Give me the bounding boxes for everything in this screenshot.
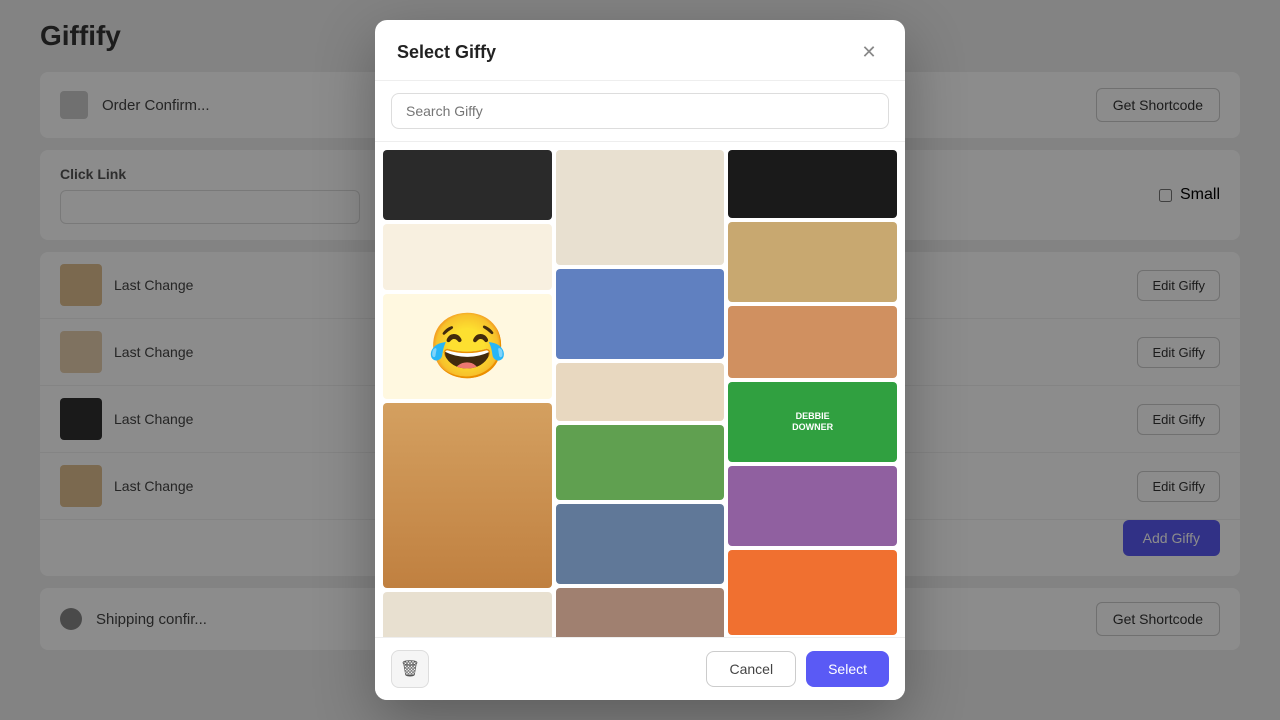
cancel-button[interactable]: Cancel (706, 651, 796, 687)
gif-item-sheep[interactable] (556, 150, 725, 265)
select-giffy-modal: Select Giffy ✕ 😂 (375, 20, 905, 700)
gif-item-bottom-left[interactable] (383, 592, 552, 637)
modal-title: Select Giffy (397, 42, 496, 63)
gif-item-gwyneth[interactable] (728, 222, 897, 302)
gif-item-ladies[interactable] (556, 363, 725, 421)
gif-item-bedroom[interactable] (556, 588, 725, 637)
modal-footer-buttons: Cancel Select (706, 651, 889, 687)
gif-item-debbie[interactable]: DEBBIE DOWNER (728, 382, 897, 462)
gif-item-emoji[interactable]: 😂 (383, 294, 552, 399)
trash-icon: 🗑 (400, 659, 420, 679)
gif-columns: 😂 (383, 150, 897, 637)
modal-header: Select Giffy ✕ (375, 20, 905, 81)
modal-overlay: Select Giffy ✕ 😂 (0, 0, 1280, 720)
gif-col-left: 😂 (383, 150, 552, 637)
gif-item-pink[interactable] (728, 306, 897, 378)
gif-col-mid (556, 150, 725, 637)
gif-item-stranger[interactable] (728, 466, 897, 546)
modal-search-area (375, 81, 905, 142)
gif-item-1[interactable] (383, 150, 552, 220)
gif-item-road[interactable] (556, 425, 725, 500)
select-button[interactable]: Select (806, 651, 889, 687)
gif-grid-area[interactable]: 😂 (375, 142, 905, 637)
gif-item-kid[interactable] (728, 550, 897, 635)
gif-item-guitar[interactable] (728, 150, 897, 218)
gif-item-show[interactable] (556, 269, 725, 359)
gif-item-street[interactable] (556, 504, 725, 584)
gif-item-dog[interactable] (383, 403, 552, 588)
gif-search-input[interactable] (391, 93, 889, 129)
modal-footer: 🗑 Cancel Select (375, 637, 905, 700)
gif-col-right: DEBBIE DOWNER (728, 150, 897, 637)
modal-close-button[interactable]: ✕ (855, 38, 883, 66)
gif-item-4[interactable] (383, 224, 552, 290)
delete-gif-button[interactable]: 🗑 (391, 650, 429, 688)
